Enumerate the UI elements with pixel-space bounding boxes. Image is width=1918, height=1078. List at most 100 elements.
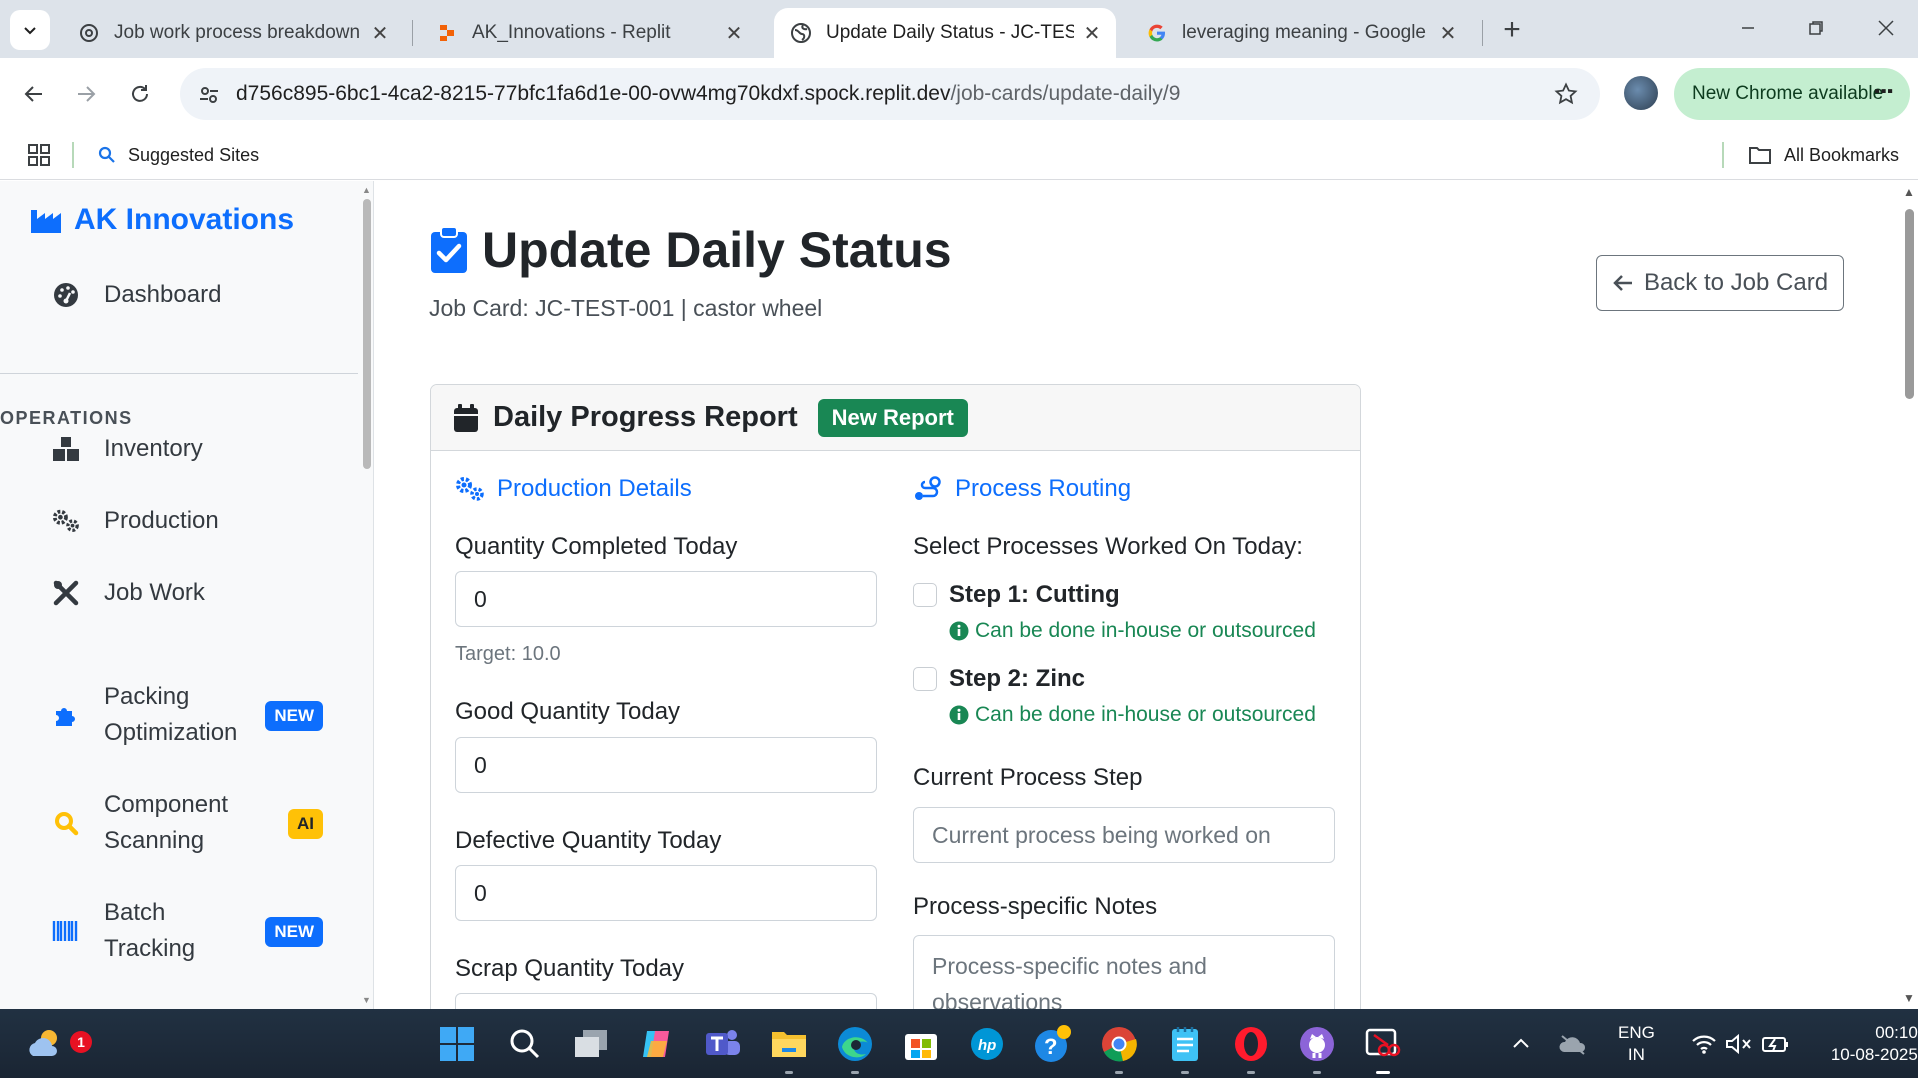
teams-icon	[706, 1030, 740, 1055]
new-tab-button[interactable]: +	[1494, 12, 1530, 48]
tab-replit[interactable]: AK_Innovations - Replit ✕	[420, 8, 758, 58]
forward-nav-button[interactable]	[66, 74, 106, 114]
tab-job-work-breakdown[interactable]: Job work process breakdown ✕	[62, 8, 404, 58]
process-step-checkbox-row[interactable]: Step 1: Cutting	[913, 581, 1120, 609]
sidebar-item-label: Job Work	[104, 579, 205, 606]
scrap-qty-label: Scrap Quantity Today	[455, 955, 685, 982]
close-icon[interactable]: ✕	[370, 23, 390, 45]
info-circle-icon	[949, 621, 969, 641]
address-bar[interactable]: d756c895-6bc1-4ca2-8215-77bfc1fa6d1e-00-…	[180, 68, 1600, 120]
sidebar-item-inventory[interactable]: Inventory	[52, 431, 203, 467]
opera-button[interactable]	[1230, 1023, 1272, 1074]
close-icon[interactable]: ✕	[1438, 23, 1458, 45]
minimize-button[interactable]	[1718, 8, 1778, 48]
chevron-up-icon[interactable]	[1510, 1033, 1532, 1055]
site-settings-icon[interactable]	[196, 82, 222, 108]
sidebar-section-heading: OPERATIONS	[0, 408, 133, 428]
defective-qty-input[interactable]: 0	[455, 865, 877, 921]
openai-icon	[78, 22, 100, 44]
sidebar-scrollbar[interactable]: ▲ ▼	[360, 181, 374, 1009]
sidebar-item-job-work[interactable]: Job Work	[52, 575, 205, 611]
status-badge: New Report	[817, 398, 968, 437]
store-button[interactable]	[900, 1023, 942, 1065]
github-button[interactable]	[1296, 1023, 1338, 1074]
file-explorer-button[interactable]	[768, 1023, 810, 1074]
folder-icon	[1749, 147, 1771, 164]
sidebar-item-component-scanning[interactable]: Component Scanning	[52, 787, 228, 859]
start-button[interactable]	[436, 1023, 478, 1065]
clock-date: 10-08-2025	[1830, 1044, 1918, 1064]
close-window-button[interactable]	[1856, 8, 1916, 48]
clock-time: 00:10	[1875, 1022, 1918, 1042]
onedrive-icon[interactable]	[1558, 1032, 1588, 1056]
chrome-button[interactable]	[1098, 1023, 1140, 1074]
folder-icon	[772, 1032, 806, 1057]
apps-grid-icon[interactable]	[26, 142, 52, 168]
search-button[interactable]	[504, 1023, 546, 1065]
running-indicator	[1313, 1071, 1321, 1074]
snipping-tool-icon	[1365, 1028, 1401, 1057]
more-menu-icon[interactable]: ⋮	[1870, 80, 1896, 101]
scroll-up-icon[interactable]: ▲	[362, 185, 371, 195]
scrollbar-thumb[interactable]	[363, 199, 371, 469]
arrow-left-icon	[1613, 275, 1632, 291]
sidebar-item-packing-optimization[interactable]: Packing Optimization	[52, 679, 237, 751]
notepad-button[interactable]	[1164, 1023, 1206, 1074]
restore-icon	[1809, 21, 1823, 35]
scroll-up-icon[interactable]: ▲	[1903, 185, 1915, 199]
puzzle-icon	[52, 701, 80, 729]
chrome-update-button[interactable]: New Chrome available ⋮	[1674, 68, 1910, 120]
all-bookmarks-button[interactable]: All Bookmarks	[1748, 130, 1899, 180]
windows-icon	[440, 1027, 474, 1061]
sidebar-item-batch-tracking[interactable]: Batch Tracking	[52, 895, 195, 967]
industry-icon	[31, 210, 61, 233]
back-nav-button[interactable]	[14, 74, 54, 114]
process-step-checkbox-row[interactable]: Step 2: Zinc	[913, 665, 1085, 693]
sidebar-item-production[interactable]: Production	[52, 503, 219, 539]
good-qty-input[interactable]: 0	[455, 737, 877, 793]
back-to-job-card-button[interactable]: Back to Job Card	[1596, 255, 1844, 311]
scrollbar-thumb[interactable]	[1905, 209, 1914, 399]
task-view-button[interactable]	[570, 1023, 612, 1065]
clock[interactable]: 00:10 10-08-2025	[1831, 1022, 1918, 1066]
sidebar-item-dashboard[interactable]: Dashboard	[52, 277, 221, 313]
help-button[interactable]: ?	[1032, 1023, 1074, 1065]
brand-link[interactable]: AK Innovations	[30, 203, 294, 237]
tab-search-button[interactable]	[10, 10, 50, 50]
ai-badge: AI	[288, 809, 323, 839]
taskbar: 1 hp ? ENG IN 00:10 10-08-2025	[0, 1009, 1918, 1078]
copilot-button[interactable]	[636, 1023, 678, 1065]
scroll-down-icon[interactable]: ▼	[362, 995, 371, 1005]
profile-avatar[interactable]	[1624, 76, 1658, 110]
hp-support-button[interactable]: hp	[966, 1023, 1008, 1065]
tab-update-daily-status[interactable]: Update Daily Status - JC-TEST-0 ✕	[774, 8, 1116, 58]
gauge-icon	[52, 281, 80, 309]
snipping-tool-button[interactable]	[1362, 1023, 1404, 1074]
wifi-icon[interactable]	[1691, 1033, 1717, 1055]
edge-button[interactable]	[834, 1023, 876, 1074]
bookmark-suggested-sites[interactable]: Suggested Sites	[98, 130, 259, 180]
page-title: Update Daily Status	[430, 221, 952, 279]
bookmarks-bar: Suggested Sites All Bookmarks	[0, 130, 1918, 180]
tab-google-search[interactable]: leveraging meaning - Google S ✕	[1130, 8, 1472, 58]
process-step-checkbox[interactable]	[913, 667, 937, 691]
restore-button[interactable]	[1786, 8, 1846, 48]
scroll-down-icon[interactable]: ▼	[1903, 991, 1915, 1005]
volume-muted-icon[interactable]	[1725, 1033, 1753, 1055]
page-scrollbar[interactable]: ▲ ▼	[1900, 181, 1918, 1009]
running-indicator	[1247, 1071, 1255, 1074]
input-language[interactable]: ENG IN	[1618, 1022, 1655, 1066]
process-step-note-text: Can be done in-house or outsourced	[975, 703, 1316, 726]
bookmark-star-icon[interactable]	[1552, 80, 1580, 108]
current-step-input[interactable]: Current process being worked on	[913, 807, 1335, 863]
reload-button[interactable]	[120, 74, 160, 114]
close-icon[interactable]: ✕	[724, 23, 744, 45]
process-step-note: Can be done in-house or outsourced	[949, 703, 1316, 727]
process-step-checkbox[interactable]	[913, 583, 937, 607]
search-icon	[98, 146, 115, 163]
teams-button[interactable]	[702, 1023, 744, 1065]
weather-widget[interactable]: 1	[24, 1023, 92, 1065]
close-icon[interactable]: ✕	[1082, 23, 1102, 45]
battery-charging-icon[interactable]	[1761, 1033, 1791, 1055]
qty-completed-input[interactable]: 0	[455, 571, 877, 627]
